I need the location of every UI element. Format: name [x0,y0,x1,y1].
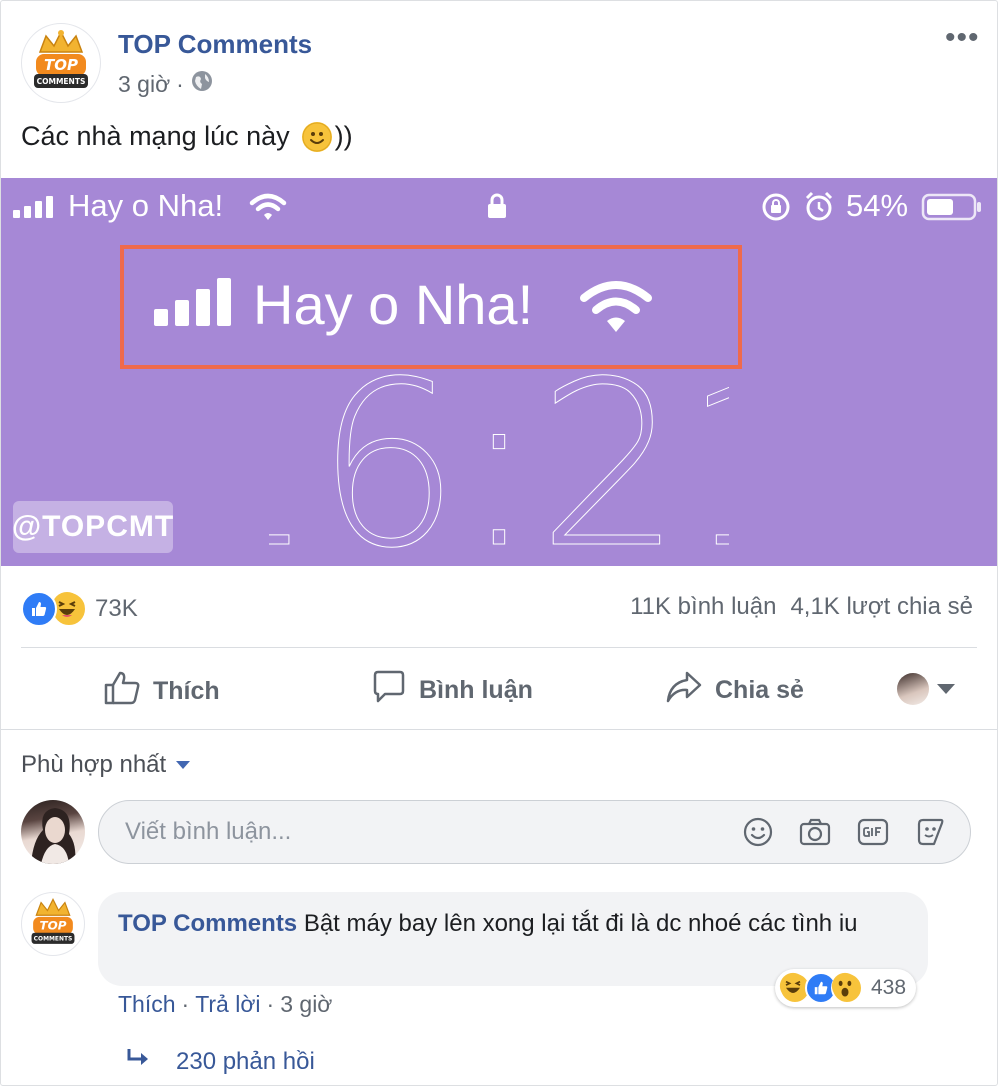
camera-icon[interactable] [798,816,832,848]
post-text-suffix: )) [334,121,353,151]
big-carrier-text: Hay o Nha! [253,273,534,336]
reply-arrow-icon [126,1047,152,1076]
rotation-lock-icon [761,192,791,227]
signal-icon [13,196,53,218]
avatar [897,673,929,705]
comment-author[interactable]: TOP Comments [118,910,297,937]
thumbs-up-icon [103,669,141,714]
logo-text-top: TOP [44,56,78,74]
comment-label: Bình luận [419,676,533,704]
comment-sort-dropdown[interactable]: Phù hợp nhất [21,751,191,779]
comment-text: Bật máy bay lên xong lại tắt đi là dc nh… [303,910,858,937]
reaction-count: 73K [95,595,138,622]
status-carrier: Hay o Nha! [68,188,224,223]
emoji-icon[interactable] [742,816,774,848]
smile-emoji-icon [301,121,332,152]
share-arrow-icon [665,669,703,712]
lockscreen-clock: 16:21 [170,332,828,567]
divider [1,729,997,730]
engagement-stats: 11K bình luận 4,1K lượt chia sẻ [630,593,973,621]
post-text: Các nhà mạng lúc này )) [21,121,353,152]
reaction-summary[interactable]: 73K [21,591,138,627]
comment-time[interactable]: 3 giờ [280,991,332,1018]
composer-tools [742,816,946,848]
comment-author-avatar[interactable]: TOP COMMENTS [21,892,85,956]
share-label: Chia sẻ [715,676,804,704]
comment-button[interactable]: Bình luận [371,669,533,712]
lock-icon [485,192,509,225]
like-reaction-icon [21,591,57,627]
chevron-down-icon [937,684,955,694]
post-time[interactable]: 3 giờ [118,71,170,98]
page-avatar[interactable]: TOP COMMENTS [21,23,101,103]
page-name[interactable]: TOP Comments [118,29,312,60]
divider [21,647,977,648]
post-text-body: Các nhà mạng lúc này [21,121,290,151]
logo-text-top: TOP [40,919,67,933]
current-user-avatar[interactable] [21,800,85,864]
action-separator: · [266,991,275,1017]
logo-text-bottom: COMMENTS [37,77,86,86]
watermark: @TOPCMT [12,501,173,553]
battery-percent: 54% [846,188,909,223]
share-count[interactable]: 4,1K lượt chia sẻ [790,593,973,621]
react-as-selector[interactable] [897,673,955,705]
comment-input[interactable] [123,817,742,847]
post-meta: 3 giờ · [118,69,214,99]
clock-text: 16:21 [269,366,729,566]
big-signal-icon [154,278,231,326]
alarm-icon [803,190,835,227]
share-button[interactable]: Chia sẻ [665,669,804,712]
action-separator: · [181,991,190,1017]
sort-label: Phù hợp nhất [21,751,167,778]
post-photo[interactable]: Hay o Nha! 54% Hay o Nha! 6:2 @TOPCMT [1,178,997,566]
gif-icon[interactable] [856,816,890,848]
wifi-icon [249,192,287,227]
like-label: Thích [153,677,220,705]
big-wifi-icon [579,278,653,341]
sticker-icon[interactable] [914,816,946,848]
wow-reaction-icon [831,972,863,1004]
globe-icon [190,69,214,99]
logo-text-bottom: COMMENTS [34,936,73,943]
view-replies-link[interactable]: 230 phản hồi [126,1047,315,1076]
comment-count[interactable]: 11K bình luận [630,593,776,621]
comment-reaction-count: 438 [871,976,907,999]
replies-count: 230 phản hồi [176,1047,315,1075]
chevron-down-icon [176,761,191,769]
comment-bubble-icon [371,669,407,712]
more-options-icon[interactable]: ••• [945,21,980,55]
like-button[interactable]: Thích [103,669,220,714]
comment-reactions[interactable]: 438 [775,969,917,1007]
comment-actions: Thích · Trả lời · 3 giờ [118,991,332,1018]
comment-reply-link[interactable]: Trả lời [195,991,260,1018]
battery-icon [921,193,983,226]
meta-separator: · [176,70,184,97]
post-card: TOP COMMENTS TOP Comments 3 giờ · ••• Cá… [0,0,998,1086]
comment-composer[interactable] [98,800,971,864]
comment-like-link[interactable]: Thích [118,991,176,1018]
